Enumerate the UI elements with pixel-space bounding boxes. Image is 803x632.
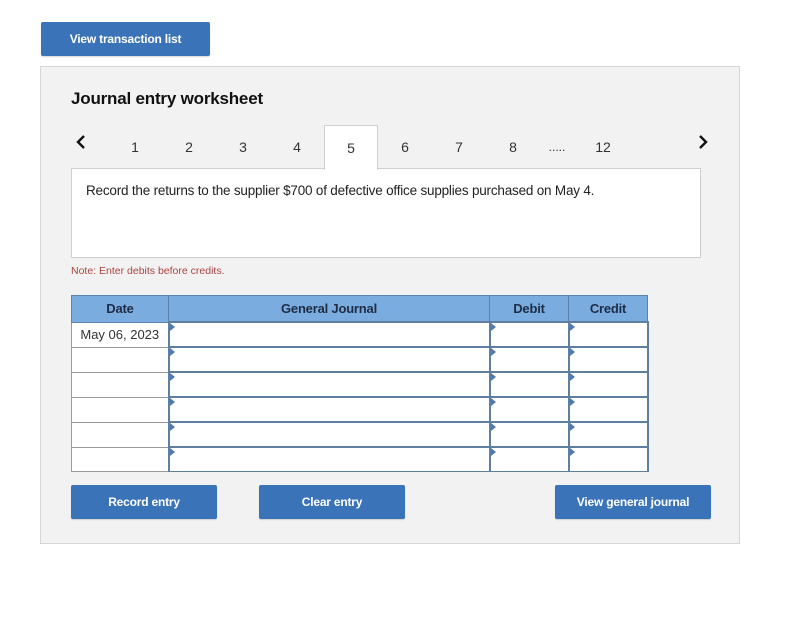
credit-cell <box>567 321 649 348</box>
cell-marker-icon <box>169 323 175 331</box>
general-journal-column-header: General Journal <box>168 295 490 323</box>
credit-input[interactable] <box>569 348 647 371</box>
cell-marker-icon <box>569 398 575 406</box>
account-cell <box>167 321 491 348</box>
debit-input[interactable] <box>490 373 568 396</box>
date-column-header: Date <box>71 295 169 323</box>
cell-marker-icon <box>490 373 496 381</box>
journal-table: Date General Journal Debit Credit May 06… <box>71 295 649 472</box>
tab-4[interactable]: 4 <box>270 125 324 169</box>
debit-input[interactable] <box>490 448 568 471</box>
cell-marker-icon <box>490 348 496 356</box>
cell-marker-icon <box>490 323 496 331</box>
debit-cell <box>488 396 570 423</box>
debit-cell <box>488 346 570 373</box>
next-tab-button[interactable] <box>691 125 715 159</box>
debit-cell <box>488 446 570 472</box>
debit-column-header: Debit <box>489 295 569 323</box>
chevron-right-icon <box>699 135 708 149</box>
record-entry-button[interactable]: Record entry <box>71 485 217 519</box>
date-cell <box>71 396 169 423</box>
table-row <box>71 371 649 398</box>
table-row <box>71 446 649 472</box>
cell-marker-icon <box>169 448 175 456</box>
cell-marker-icon <box>569 423 575 431</box>
cell-marker-icon <box>169 348 175 356</box>
debit-cell <box>488 321 570 348</box>
table-row: May 06, 2023 <box>71 321 649 348</box>
account-input[interactable] <box>169 323 489 346</box>
account-cell <box>167 396 491 423</box>
tab-7[interactable]: 7 <box>432 125 486 169</box>
account-cell <box>167 446 491 472</box>
date-cell <box>71 421 169 448</box>
cell-marker-icon <box>569 373 575 381</box>
credit-input[interactable] <box>569 398 647 421</box>
tab-1[interactable]: 1 <box>108 125 162 169</box>
debit-cell <box>488 371 570 398</box>
credit-input[interactable] <box>569 448 647 471</box>
account-cell <box>167 421 491 448</box>
debit-cell <box>488 421 570 448</box>
view-general-journal-button[interactable]: View general journal <box>555 485 711 519</box>
credit-cell <box>567 371 649 398</box>
account-input[interactable] <box>169 398 489 421</box>
date-cell <box>71 371 169 398</box>
date-cell <box>71 346 169 373</box>
cell-marker-icon <box>169 373 175 381</box>
account-input[interactable] <box>169 373 489 396</box>
prev-tab-button[interactable] <box>69 125 93 159</box>
cell-marker-icon <box>490 423 496 431</box>
credit-cell <box>567 446 649 472</box>
worksheet-tabs: 1 2 3 4 5 6 7 8 ..... 12 <box>41 125 741 170</box>
table-row <box>71 346 649 373</box>
tab-2[interactable]: 2 <box>162 125 216 169</box>
credit-input[interactable] <box>569 423 647 446</box>
table-row <box>71 421 649 448</box>
credit-cell <box>567 421 649 448</box>
chevron-left-icon <box>76 135 85 149</box>
cell-marker-icon <box>490 448 496 456</box>
cell-marker-icon <box>569 323 575 331</box>
tab-3[interactable]: 3 <box>216 125 270 169</box>
transaction-description: Record the returns to the supplier $700 … <box>71 168 701 258</box>
date-cell <box>71 446 169 472</box>
credit-cell <box>567 346 649 373</box>
account-input[interactable] <box>169 423 489 446</box>
cell-marker-icon <box>569 448 575 456</box>
credit-input[interactable] <box>569 373 647 396</box>
account-cell <box>167 371 491 398</box>
view-transaction-list-button[interactable]: View transaction list <box>41 22 210 56</box>
credit-cell <box>567 396 649 423</box>
cell-marker-icon <box>169 423 175 431</box>
credit-column-header: Credit <box>568 295 648 323</box>
debit-credit-note: Note: Enter debits before credits. <box>71 265 225 277</box>
cell-marker-icon <box>569 348 575 356</box>
cell-marker-icon <box>490 398 496 406</box>
tab-6[interactable]: 6 <box>378 125 432 169</box>
clear-entry-button[interactable]: Clear entry <box>259 485 405 519</box>
date-cell: May 06, 2023 <box>71 321 169 348</box>
debit-input[interactable] <box>490 348 568 371</box>
cell-marker-icon <box>169 398 175 406</box>
journal-entry-worksheet-panel: Journal entry worksheet 1 2 3 4 5 6 7 8 … <box>40 66 740 544</box>
account-input[interactable] <box>169 448 489 471</box>
debit-input[interactable] <box>490 323 568 346</box>
worksheet-title: Journal entry worksheet <box>71 89 263 108</box>
tab-12[interactable]: 12 <box>576 125 630 169</box>
account-input[interactable] <box>169 348 489 371</box>
debit-input[interactable] <box>490 398 568 421</box>
journal-table-header: Date General Journal Debit Credit <box>71 295 648 323</box>
table-row <box>71 396 649 423</box>
tab-5[interactable]: 5 <box>324 125 378 170</box>
account-cell <box>167 346 491 373</box>
debit-input[interactable] <box>490 423 568 446</box>
credit-input[interactable] <box>569 323 647 346</box>
